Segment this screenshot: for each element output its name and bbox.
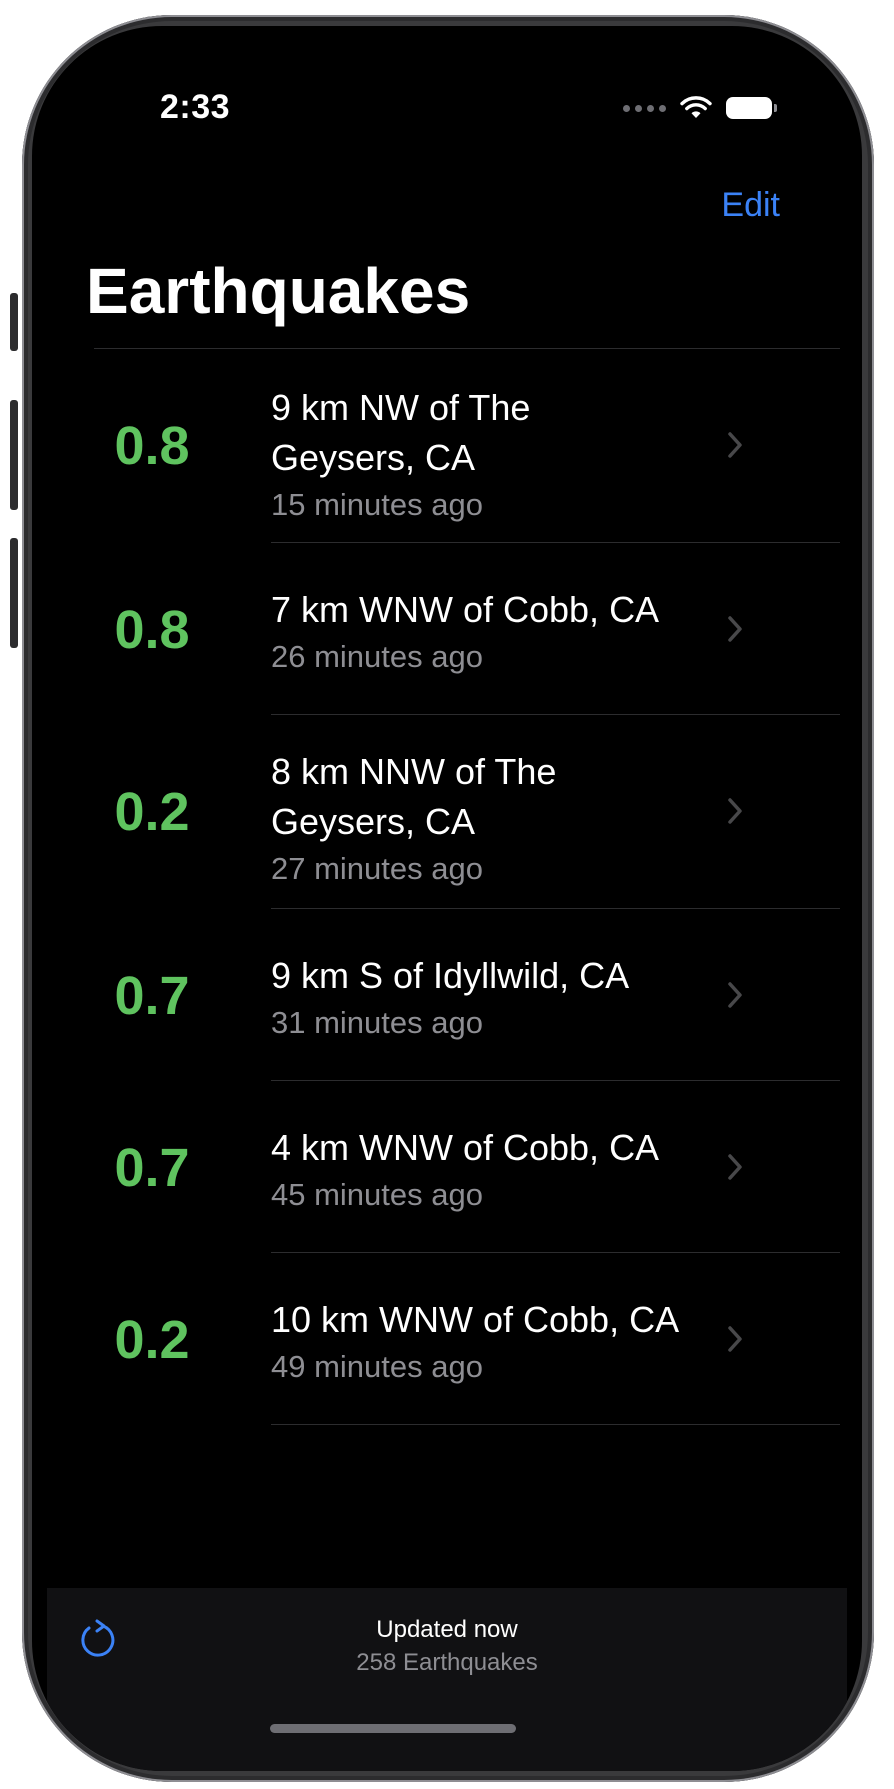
- edit-button[interactable]: Edit: [721, 186, 780, 225]
- status-time: 2:33: [160, 88, 231, 126]
- wifi-icon: [680, 96, 712, 118]
- screen: 2:33 Edit Earthquakes 0.8 9 km NW of The…: [32, 26, 862, 1771]
- earthquake-details: 9 km NW of The Geysers, CA 15 minutes ag…: [271, 383, 691, 527]
- time-ago: 26 minutes ago: [271, 639, 483, 674]
- magnitude-label: 0.8: [114, 600, 190, 660]
- bottom-toolbar: Updated now 258 Earthquakes: [47, 1588, 847, 1771]
- place-name-line1: 10 km WNW of Cobb, CA: [271, 1299, 680, 1340]
- place-name-line2: Geysers, CA: [271, 801, 476, 842]
- earthquake-row[interactable]: 0.8 7 km WNW of Cobb, CA 26 minutes ago: [32, 543, 862, 715]
- updated-status: Updated now: [376, 1616, 518, 1643]
- chevron-right-icon: [728, 798, 742, 824]
- home-indicator: [270, 1724, 516, 1733]
- page-title: Earthquakes: [86, 255, 471, 327]
- place-name-line2: Geysers, CA: [271, 437, 476, 478]
- time-ago: 27 minutes ago: [271, 851, 483, 886]
- volume-down-button: [10, 538, 18, 648]
- chevron-right-icon: [728, 1326, 742, 1352]
- action-button: [10, 293, 18, 351]
- magnitude-label: 0.7: [114, 966, 190, 1026]
- place-name-line1: 9 km S of Idyllwild, CA: [271, 955, 630, 996]
- place-name-line1: 7 km WNW of Cobb, CA: [271, 589, 660, 630]
- battery-icon: [726, 97, 777, 119]
- place-name-line1: 8 km NNW of The: [271, 751, 557, 792]
- earthquake-row[interactable]: 0.7 4 km WNW of Cobb, CA 45 minutes ago: [32, 1081, 862, 1253]
- magnitude-label: 0.2: [114, 782, 190, 842]
- magnitude-label: 0.8: [114, 416, 190, 476]
- cellular-dots-icon: [623, 104, 666, 112]
- earthquake-row[interactable]: 0.2 10 km WNW of Cobb, CA 49 minutes ago: [32, 1253, 862, 1425]
- status-icons: [623, 96, 777, 120]
- earthquake-details: 10 km WNW of Cobb, CA 49 minutes ago: [271, 1295, 691, 1389]
- earthquake-details: 4 km WNW of Cobb, CA 45 minutes ago: [271, 1123, 691, 1217]
- place-name-line1: 4 km WNW of Cobb, CA: [271, 1127, 660, 1168]
- time-ago: 49 minutes ago: [271, 1349, 483, 1384]
- chevron-right-icon: [728, 982, 742, 1008]
- chevron-right-icon: [728, 432, 742, 458]
- magnitude-label: 0.7: [114, 1138, 190, 1198]
- earthquake-row[interactable]: 0.8 9 km NW of The Geysers, CA 15 minute…: [32, 349, 862, 543]
- earthquake-details: 9 km S of Idyllwild, CA 31 minutes ago: [271, 951, 691, 1045]
- place-name-line1: 9 km NW of The: [271, 387, 531, 428]
- time-ago: 31 minutes ago: [271, 1005, 483, 1040]
- volume-up-button: [10, 400, 18, 510]
- time-ago: 15 minutes ago: [271, 487, 483, 522]
- earthquake-count: 258 Earthquakes: [356, 1649, 538, 1676]
- time-ago: 45 minutes ago: [271, 1177, 483, 1212]
- earthquake-list: 0.8 9 km NW of The Geysers, CA 15 minute…: [32, 349, 862, 1425]
- earthquake-row[interactable]: 0.2 8 km NNW of The Geysers, CA 27 minut…: [32, 715, 862, 909]
- chevron-right-icon: [728, 1154, 742, 1180]
- earthquake-details: 7 km WNW of Cobb, CA 26 minutes ago: [271, 585, 691, 679]
- earthquake-details: 8 km NNW of The Geysers, CA 27 minutes a…: [271, 747, 691, 891]
- row-separator: [271, 1424, 840, 1425]
- chevron-right-icon: [728, 616, 742, 642]
- earthquake-row[interactable]: 0.7 9 km S of Idyllwild, CA 31 minutes a…: [32, 909, 862, 1081]
- magnitude-label: 0.2: [114, 1310, 190, 1370]
